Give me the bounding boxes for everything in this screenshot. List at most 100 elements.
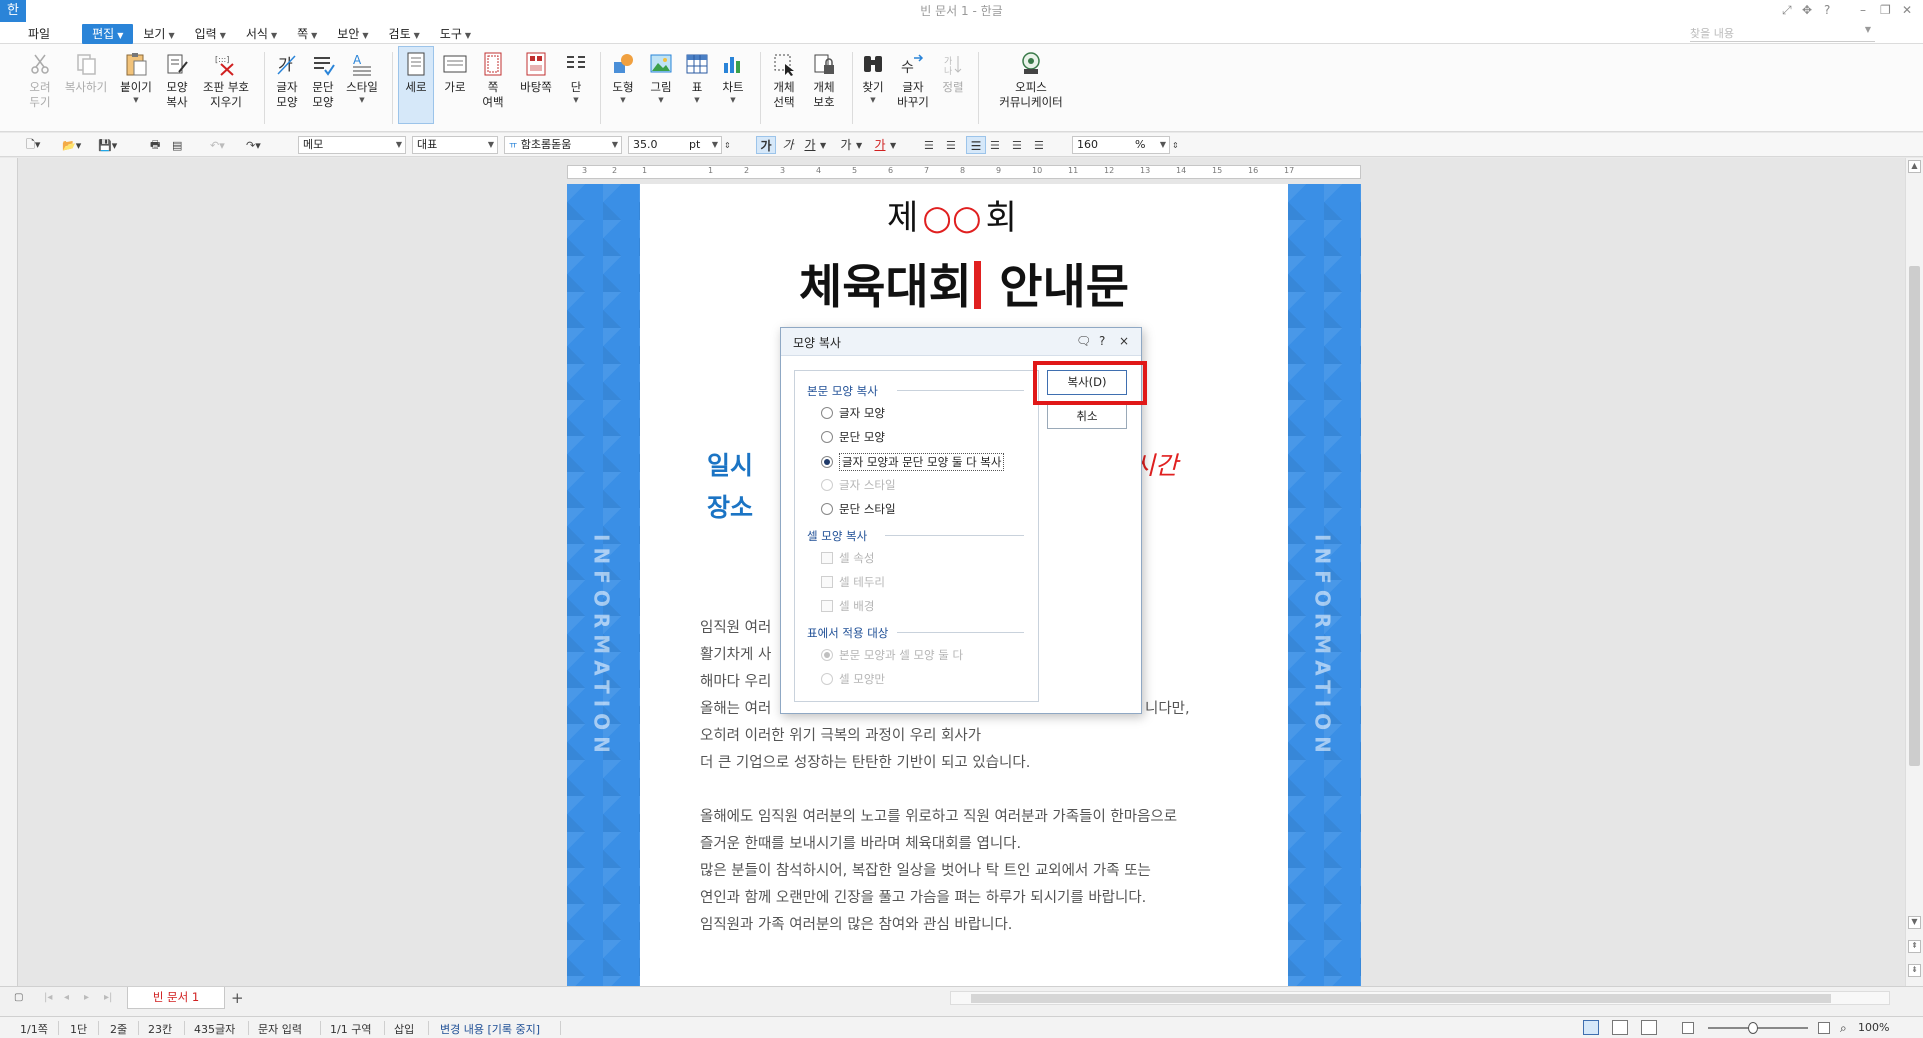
help-search-input[interactable]: 찾을 내용 ▼ — [1690, 25, 1875, 42]
menu-security[interactable]: 보안 ▼ — [327, 24, 378, 44]
radio-checked-icon[interactable] — [821, 649, 833, 661]
radio-icon[interactable] — [821, 407, 833, 419]
find-button[interactable]: 찾기 ▼ — [858, 50, 888, 108]
option-cell-bg[interactable]: 셀 배경 — [821, 598, 874, 614]
radio-icon[interactable] — [821, 503, 833, 515]
menu-tools[interactable]: 도구 ▼ — [430, 24, 481, 44]
char-shape-button[interactable]: 가 글자 모양 — [270, 50, 304, 110]
view-web-icon[interactable] — [1612, 1020, 1628, 1035]
align-right-icon[interactable]: ☰ — [990, 136, 1000, 154]
move-icon[interactable]: ✥ — [1802, 3, 1812, 17]
status-mode[interactable]: 문자 입력 — [258, 1021, 302, 1037]
scroll-down-icon[interactable]: ▼ — [1908, 916, 1921, 929]
chart-button[interactable]: 차트 ▼ — [716, 50, 750, 108]
open-folder-icon[interactable]: 📂▾ — [62, 136, 81, 154]
minimize-icon[interactable]: – — [1860, 3, 1866, 17]
cancel-button[interactable]: 취소 — [1047, 404, 1127, 429]
portrait-button[interactable]: 세로 — [398, 46, 434, 124]
undo-icon[interactable]: ↶▾ — [210, 136, 225, 154]
shape-button[interactable]: 도형 ▼ — [606, 50, 640, 108]
restore-icon[interactable]: ❐ — [1880, 3, 1891, 17]
radio-icon[interactable] — [821, 479, 833, 491]
vertical-scrollbar[interactable]: ▲ ▼ ⇞ ⇟ — [1905, 158, 1923, 986]
align-center-button[interactable]: ☰ — [966, 136, 986, 154]
add-tab-button[interactable]: + — [231, 989, 244, 1007]
bold-button[interactable]: 가 — [756, 136, 776, 154]
object-select-button[interactable]: 개체 선택 — [766, 50, 802, 110]
checkbox-icon[interactable] — [821, 576, 833, 588]
save-icon[interactable]: 💾▾ — [98, 136, 117, 154]
zoom-slider-knob[interactable] — [1748, 1022, 1758, 1034]
dialog-help-button[interactable]: ? — [1099, 334, 1105, 348]
copy-button[interactable]: 복사하기 — [62, 50, 110, 95]
align-divide-icon[interactable]: ☰ — [1034, 136, 1044, 154]
next-tab-icon[interactable]: ▸ — [84, 992, 89, 1003]
scroll-thumb[interactable] — [1909, 266, 1920, 766]
chevron-down-icon[interactable]: ▼ — [890, 136, 896, 154]
zoom-in-icon[interactable] — [1818, 1022, 1830, 1034]
menu-page[interactable]: 쪽 ▼ — [287, 24, 327, 44]
horizontal-scrollbar[interactable] — [950, 991, 1890, 1005]
font-color-button[interactable]: 가 — [870, 136, 890, 154]
view-full-icon[interactable] — [1641, 1020, 1657, 1035]
radio-icon[interactable] — [821, 431, 833, 443]
option-para-style[interactable]: 문단 스타일 — [821, 501, 896, 517]
paste-button[interactable]: 붙이기 ▼ — [116, 50, 156, 108]
replace-button[interactable]: 수 글자 바꾸기 — [892, 50, 934, 110]
option-char-shape[interactable]: 글자 모양 — [821, 405, 885, 421]
status-track-changes[interactable]: 변경 내용 [기록 중지] — [440, 1021, 540, 1037]
option-para-shape[interactable]: 문단 모양 — [821, 429, 885, 445]
comment-icon[interactable]: 🗨 — [1076, 334, 1091, 348]
zoom-out-icon[interactable] — [1682, 1022, 1694, 1034]
help-icon[interactable]: ? — [1824, 3, 1830, 17]
option-char-style[interactable]: 글자 스타일 — [821, 477, 896, 493]
cut-button[interactable]: 오려 두기 — [22, 50, 58, 110]
align-justify-icon[interactable]: ☰ — [924, 136, 934, 154]
status-zoom[interactable]: 100% — [1858, 1021, 1889, 1034]
align-distribute-icon[interactable]: ☰ — [1012, 136, 1022, 154]
prev-tab-icon[interactable]: ◂ — [64, 992, 69, 1003]
preview-icon[interactable]: ▤ — [172, 136, 182, 154]
object-protect-button[interactable]: 개체 보호 — [806, 50, 842, 110]
status-page[interactable]: 1/1쪽 — [20, 1021, 48, 1037]
radio-icon[interactable] — [821, 673, 833, 685]
zoom-slider-track[interactable] — [1708, 1027, 1808, 1029]
background-page-button[interactable]: 바탕쪽 — [514, 50, 558, 95]
chevron-down-icon[interactable]: ▼ — [820, 136, 826, 154]
format-copy-button[interactable]: 모양 복사 — [160, 50, 194, 110]
close-icon[interactable]: ✕ — [1902, 3, 1912, 17]
checkbox-icon[interactable] — [821, 552, 833, 564]
dialog-titlebar[interactable]: 모양 복사 🗨 ? × — [781, 328, 1141, 356]
align-left-icon[interactable]: ☰ — [946, 136, 956, 154]
style-select[interactable]: 메모 ▼ — [298, 136, 406, 154]
last-tab-icon[interactable]: ▸| — [104, 992, 112, 1003]
fullscreen-icon[interactable]: ⤢ — [1782, 3, 1792, 18]
option-cell-attr[interactable]: 셀 속성 — [821, 550, 874, 566]
checkbox-icon[interactable] — [821, 600, 833, 612]
columns-button[interactable]: 단 ▼ — [562, 50, 590, 108]
font-size-input[interactable]: 35.0 pt ▼ — [628, 136, 722, 154]
next-page-icon[interactable]: ⇟ — [1908, 964, 1921, 977]
font-language-select[interactable]: 대표 ▼ — [412, 136, 498, 154]
menu-view[interactable]: 보기 ▼ — [133, 24, 184, 44]
menu-format[interactable]: 서식 ▼ — [236, 24, 287, 44]
view-page-icon[interactable] — [1583, 1020, 1599, 1035]
option-table-both[interactable]: 본문 모양과 셀 모양 둘 다 — [821, 647, 963, 663]
menu-file[interactable]: 파일 — [18, 24, 60, 44]
tab-list-icon[interactable]: ▢ — [14, 992, 23, 1003]
print-icon[interactable]: 🖶 — [150, 136, 160, 154]
menu-review[interactable]: 검토 ▼ — [379, 24, 430, 44]
landscape-button[interactable]: 가로 — [438, 50, 472, 95]
italic-button[interactable]: 가 — [778, 136, 798, 154]
underline-button[interactable]: 가 — [800, 136, 820, 154]
magnifier-icon[interactable]: ⌕ — [1840, 1021, 1847, 1036]
size-stepper-icon[interactable]: ⇕ — [724, 136, 731, 154]
scroll-thumb[interactable] — [971, 994, 1831, 1003]
tab-document-1[interactable]: 빈 문서 1 — [127, 987, 225, 1009]
margins-button[interactable]: 쪽 여백 — [476, 50, 510, 110]
para-shape-button[interactable]: 문단 모양 — [306, 50, 340, 110]
sort-button[interactable]: 가나 정렬 — [938, 50, 968, 95]
menu-insert[interactable]: 입력 ▼ — [185, 24, 236, 44]
font-name-select[interactable]: ㅠ 함초롬돋움 ▼ — [504, 136, 622, 154]
option-both[interactable]: 글자 모양과 문단 모양 둘 다 복사 — [821, 453, 1005, 471]
